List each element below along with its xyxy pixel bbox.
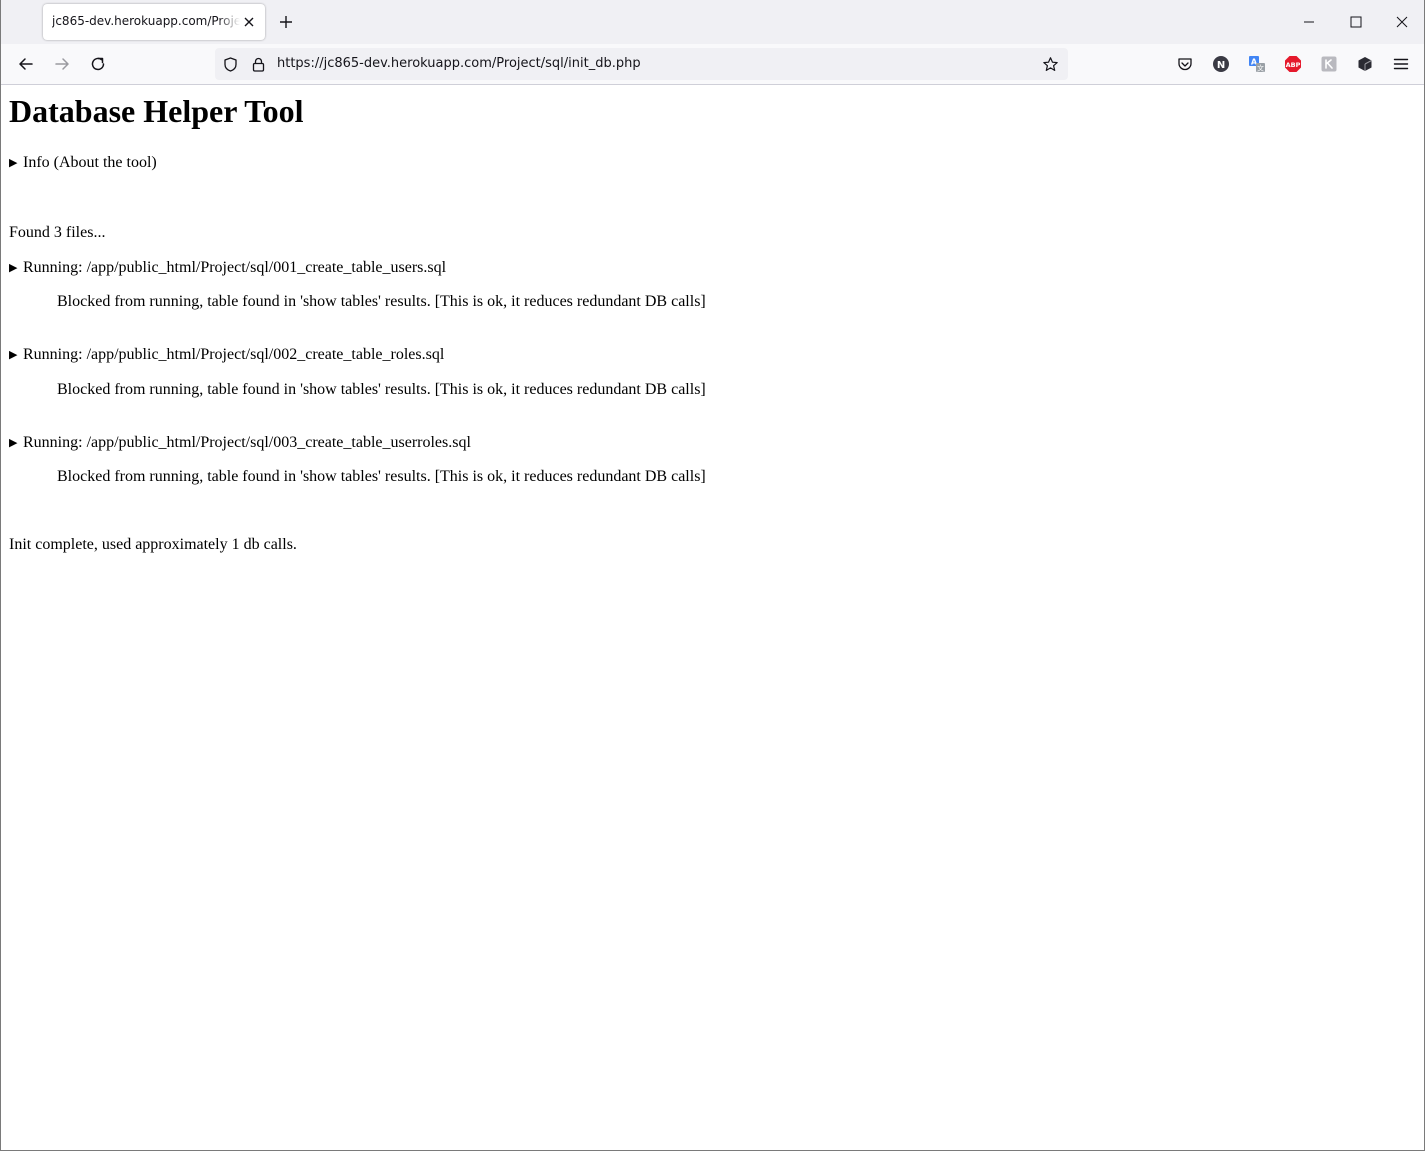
n-extension-icon[interactable]: N [1212,55,1230,73]
url-bar[interactable]: https://jc865-dev.herokuapp.com/Project/… [215,48,1068,80]
found-files-text: Found 3 files... [9,224,106,241]
blocked-message: Blocked from running, table found in 'sh… [57,468,706,485]
reload-icon[interactable] [88,54,108,74]
page-content: Database Helper Tool ▶ Info (About the to… [1,85,1424,1150]
disclosure-triangle-icon: ▶ [9,157,18,169]
svg-text:ABP: ABP [1286,61,1301,69]
running-label: Running: /app/public_html/Project/sql/00… [23,434,471,451]
lock-icon[interactable] [250,56,267,73]
plus-icon[interactable] [277,13,295,31]
running-details-summary[interactable]: ▶ Running: /app/public_html/Project/sql/0… [9,433,471,453]
disclosure-triangle-icon: ▶ [9,262,18,274]
shield-icon[interactable] [222,56,239,73]
url-text[interactable]: https://jc865-dev.herokuapp.com/Project/… [277,56,641,71]
browser-window: jc865-dev.herokuapp.com/Project/sql/init… [0,0,1425,1151]
translate-icon[interactable]: A文 [1248,55,1266,73]
window-close-icon[interactable] [1392,12,1412,32]
running-details-summary[interactable]: ▶ Running: /app/public_html/Project/sql/0… [9,345,444,365]
pocket-icon[interactable] [1176,55,1194,73]
star-icon[interactable] [1042,56,1059,73]
hamburger-icon[interactable] [1392,55,1410,73]
minimize-icon[interactable] [1299,12,1319,32]
tab-strip: jc865-dev.herokuapp.com/Project/sql/init… [1,0,1424,44]
info-summary-label: Info (About the tool) [23,154,157,171]
cube-extension-icon[interactable] [1356,55,1374,73]
init-complete-text: Init complete, used approximately 1 db c… [9,536,297,553]
svg-text:文: 文 [1257,64,1264,73]
active-tab[interactable]: jc865-dev.herokuapp.com/Project/sql/init… [43,4,265,40]
info-details-summary[interactable]: ▶ Info (About the tool) [9,153,157,173]
adblock-plus-icon[interactable]: ABP [1284,55,1302,73]
running-label: Running: /app/public_html/Project/sql/00… [23,346,445,363]
close-icon[interactable] [241,14,257,30]
navigation-bar: https://jc865-dev.herokuapp.com/Project/… [1,44,1424,85]
arrow-right-icon[interactable] [52,54,72,74]
tab-title: jc865-dev.herokuapp.com/Project/sql/init… [52,14,240,28]
blocked-message: Blocked from running, table found in 'sh… [57,381,706,398]
extension-grey-icon[interactable] [1320,55,1338,73]
maximize-icon[interactable] [1346,12,1366,32]
disclosure-triangle-icon: ▶ [9,349,18,361]
blocked-message: Blocked from running, table found in 'sh… [57,293,706,310]
running-label: Running: /app/public_html/Project/sql/00… [23,259,447,276]
running-details-summary[interactable]: ▶ Running: /app/public_html/Project/sql/0… [9,258,446,278]
disclosure-triangle-icon: ▶ [9,437,18,449]
svg-text:N: N [1217,60,1225,71]
arrow-left-icon[interactable] [16,54,36,74]
page-title: Database Helper Tool [9,93,304,129]
